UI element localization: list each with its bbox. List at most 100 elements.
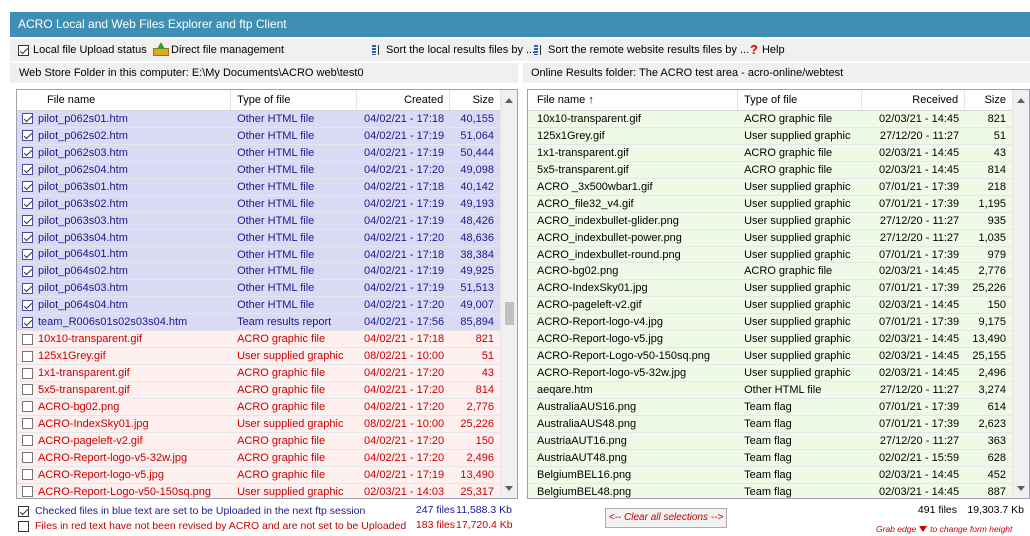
remote-file-row[interactable]: 10x10-transparent.gif ACRO graphic file 02…: [528, 111, 1012, 128]
remote-file-row[interactable]: 125x1Grey.gif User supplied graphic 27/12/…: [528, 127, 1012, 145]
local-upload-status-toggle[interactable]: Local file Upload status: [18, 39, 147, 61]
remote-file-row[interactable]: 1x1-transparent.gif ACRO graphic file 02/0…: [528, 144, 1012, 162]
upload-checkbox[interactable]: [22, 299, 33, 311]
local-file-row[interactable]: ACRO-pageleft-v2.gif ACRO graphic file 04/…: [17, 432, 500, 450]
scroll-up-arrow-icon[interactable]: [505, 98, 513, 103]
remote-files-panel[interactable]: File name ↑ Type of file Received Size 1…: [527, 89, 1030, 499]
remote-file-row[interactable]: BelgiumBEL48.png Team flag 02/03/21 - 14:4…: [528, 483, 1012, 498]
local-col-date-header[interactable]: Created: [357, 90, 451, 110]
remote-file-row[interactable]: AustraliaAUS48.png Team flag 07/01/21 - 17…: [528, 415, 1012, 433]
local-file-row[interactable]: pilot_p064s03.htm Other HTML file 04/02/21…: [17, 280, 500, 298]
remote-file-row[interactable]: 5x5-transparent.gif ACRO graphic file 02/0…: [528, 161, 1012, 179]
upload-checkbox[interactable]: [22, 113, 33, 125]
scroll-down-arrow-icon[interactable]: [1017, 486, 1025, 491]
upload-checkbox[interactable]: [22, 350, 33, 362]
remote-file-row[interactable]: ACRO-Report-logo-v5.jpg User supplied gra…: [528, 331, 1012, 349]
remote-file-row[interactable]: AustraliaAUS16.png Team flag 07/01/21 - 17…: [528, 398, 1012, 416]
local-file-row[interactable]: pilot_p064s01.htm Other HTML file 04/02/21…: [17, 246, 500, 264]
remote-file-name: ACRO-Report-Logo-v50-150sq.png: [537, 350, 711, 363]
local-scrollbar[interactable]: [500, 90, 517, 498]
scroll-up-arrow-icon[interactable]: [1017, 98, 1025, 103]
upload-checkbox[interactable]: [22, 384, 33, 396]
local-col-type-header[interactable]: Type of file: [231, 90, 357, 110]
remote-file-row[interactable]: ACRO-pageleft-v2.gif User supplied graphi…: [528, 297, 1012, 315]
sort-remote-button[interactable]: Sort the remote website results files by…: [534, 39, 749, 61]
local-file-row[interactable]: ACRO-Report-Logo-v50-150sq.png User suppl…: [17, 483, 500, 498]
local-file-row[interactable]: 125x1Grey.gif User supplied graphic 08/02/…: [17, 348, 500, 366]
help-button[interactable]: ? Help: [750, 39, 785, 61]
upload-checkbox[interactable]: [22, 164, 33, 176]
local-file-row[interactable]: ACRO-IndexSky01.jpg User supplied graphic…: [17, 415, 500, 433]
upload-checkbox[interactable]: [22, 248, 33, 260]
local-file-row[interactable]: pilot_p063s04.htm Other HTML file 04/02/21…: [17, 229, 500, 247]
upload-checkbox[interactable]: [22, 130, 33, 142]
local-file-row[interactable]: pilot_p062s03.htm Other HTML file 04/02/21…: [17, 144, 500, 162]
local-file-row[interactable]: pilot_p062s04.htm Other HTML file 04/02/21…: [17, 161, 500, 179]
remote-file-row[interactable]: ACRO-Report-Logo-v50-150sq.png User suppl…: [528, 348, 1012, 366]
upload-checkbox[interactable]: [22, 333, 33, 345]
remote-file-row[interactable]: ACRO-bg02.png ACRO graphic file 02/03/21 -…: [528, 263, 1012, 281]
local-file-row[interactable]: 1x1-transparent.gif ACRO graphic file 04/0…: [17, 365, 500, 382]
local-file-row[interactable]: pilot_p062s02.htm Other HTML file 04/02/21…: [17, 127, 500, 145]
remote-file-row[interactable]: ACRO-Report-logo-v5-32w.jpg User supplied…: [528, 365, 1012, 382]
scroll-down-arrow-icon[interactable]: [505, 486, 513, 491]
upload-checkbox[interactable]: [22, 198, 33, 210]
remote-file-name: ACRO-Report-logo-v4.jpg: [537, 316, 663, 329]
remote-col-date-header[interactable]: Received: [862, 90, 966, 110]
local-col-size-header[interactable]: Size: [450, 90, 500, 110]
remote-file-row[interactable]: ACRO-IndexSky01.jpg User supplied graphic…: [528, 280, 1012, 298]
sort-local-button[interactable]: Sort the local results files by ...: [372, 39, 535, 61]
remote-file-row[interactable]: ACRO _3x500wbar1.gif User supplied graphi…: [528, 178, 1012, 196]
remote-col-name-header[interactable]: File name ↑: [528, 90, 739, 110]
upload-checkbox[interactable]: [22, 486, 33, 498]
direct-file-management-button[interactable]: Direct file management: [153, 39, 284, 61]
local-file-row[interactable]: ACRO-bg02.png ACRO graphic file 04/02/21 -…: [17, 398, 500, 416]
local-file-row[interactable]: ACRO-Report-logo-v5.jpg ACRO graphic file…: [17, 466, 500, 484]
upload-checkbox[interactable]: [22, 181, 33, 193]
upload-checkbox[interactable]: [22, 282, 33, 294]
remote-scrollbar[interactable]: [1012, 90, 1029, 498]
sort-remote-label: Sort the remote website results files by…: [548, 44, 750, 56]
window-title-bar[interactable]: ACRO Local and Web Files Explorer and ft…: [10, 12, 1030, 37]
local-file-row[interactable]: pilot_p063s01.htm Other HTML file 04/02/21…: [17, 178, 500, 196]
remote-file-row[interactable]: ACRO-Report-logo-v4.jpg User supplied gra…: [528, 314, 1012, 332]
remote-file-row[interactable]: ACRO_indexbullet-power.png User supplied …: [528, 229, 1012, 247]
remote-file-row[interactable]: AustriaAUT48.png Team flag 02/02/21 - 15:5…: [528, 449, 1012, 467]
local-file-row[interactable]: pilot_p063s03.htm Other HTML file 04/02/21…: [17, 212, 500, 230]
remote-file-row[interactable]: ACRO_indexbullet-round.png User supplied …: [528, 246, 1012, 264]
upload-checkbox[interactable]: [22, 147, 33, 159]
clear-all-selections-button[interactable]: <-- Clear all selections -->: [605, 508, 727, 528]
local-file-row[interactable]: pilot_p062s01.htm Other HTML file 04/02/21…: [17, 111, 500, 128]
local-file-row[interactable]: pilot_p063s02.htm Other HTML file 04/02/21…: [17, 195, 500, 213]
local-files-panel[interactable]: File name Type of file Created Size pilo…: [16, 89, 518, 499]
remote-file-row[interactable]: ACRO_indexbullet-glider.png User supplied…: [528, 212, 1012, 230]
upload-checkbox[interactable]: [22, 265, 33, 277]
grab-edge-hint[interactable]: Grab edge to change form height: [876, 524, 1012, 534]
remote-col-size-header[interactable]: Size: [965, 90, 1012, 110]
local-file-row[interactable]: 5x5-transparent.gif ACRO graphic file 04/0…: [17, 382, 500, 399]
upload-checkbox[interactable]: [22, 452, 33, 464]
local-upload-status-checkbox[interactable]: [18, 44, 29, 56]
local-file-row[interactable]: team_R006s01s02s03s04.htm Team results re…: [17, 314, 500, 332]
remote-col-type-header[interactable]: Type of file: [738, 90, 862, 110]
local-scrollbar-thumb[interactable]: [505, 302, 514, 325]
upload-checkbox[interactable]: [22, 401, 33, 413]
local-file-row[interactable]: pilot_p064s04.htm Other HTML file 04/02/21…: [17, 297, 500, 315]
upload-checkbox[interactable]: [22, 232, 33, 244]
remote-file-row[interactable]: AustriaAUT16.png Team flag 27/12/20 - 11:2…: [528, 432, 1012, 450]
upload-checkbox[interactable]: [22, 316, 33, 328]
upload-checkbox[interactable]: [22, 418, 33, 430]
remote-file-row[interactable]: BelgiumBEL16.png Team flag 02/03/21 - 14:4…: [528, 466, 1012, 484]
local-col-name-header[interactable]: File name: [17, 90, 232, 110]
local-file-row[interactable]: 10x10-transparent.gif ACRO graphic file 04…: [17, 331, 500, 349]
local-file-row[interactable]: ACRO-Report-logo-v5-32w.jpg ACRO graphic …: [17, 449, 500, 467]
upload-checkbox[interactable]: [22, 215, 33, 227]
local-file-row[interactable]: pilot_p064s02.htm Other HTML file 04/02/21…: [17, 263, 500, 281]
remote-file-row[interactable]: ACRO_file32_v4.gif User supplied graphic 0…: [528, 195, 1012, 213]
remote-file-row[interactable]: aeqare.htm Other HTML file 27/12/20 - 11:2…: [528, 382, 1012, 399]
upload-checkbox[interactable]: [22, 435, 33, 447]
upload-checkbox[interactable]: [22, 367, 33, 379]
local-file-type: ACRO graphic file: [237, 367, 326, 380]
upload-checkbox[interactable]: [22, 469, 33, 481]
remote-file-size: 1,195: [978, 197, 1006, 210]
